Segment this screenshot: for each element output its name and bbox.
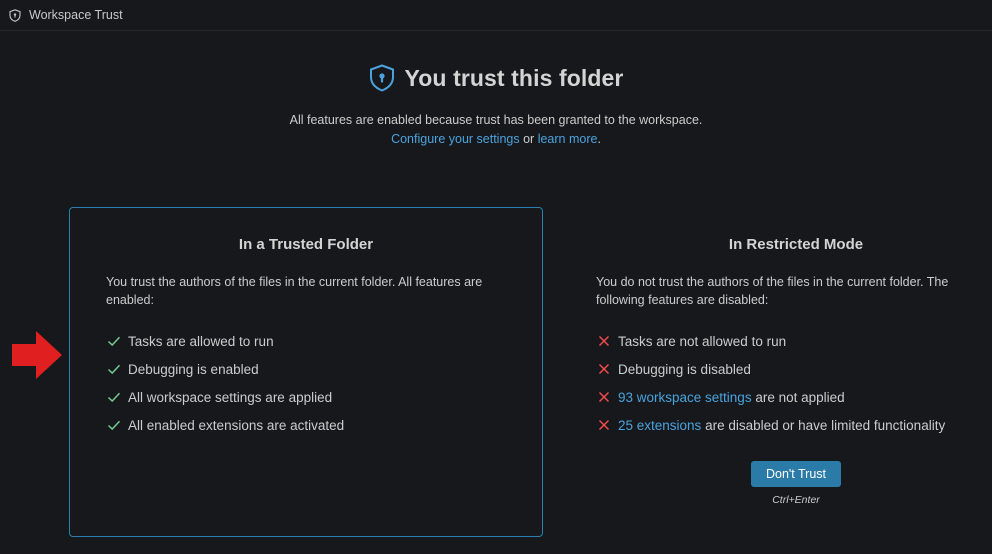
configure-settings-link[interactable]: Configure your settings [391,132,520,146]
restricted-feature-list: Tasks are not allowed to run Debugging i… [596,327,945,439]
item-text: All workspace settings are applied [128,389,333,405]
tab-label: Workspace Trust [29,8,123,22]
item-text: Debugging is enabled [128,361,259,377]
list-item: Debugging is enabled [106,355,344,383]
list-item: All enabled extensions are activated [106,411,344,439]
item-text: are disabled or have limited functionali… [701,417,946,433]
check-icon [107,420,121,431]
list-item: Tasks are not allowed to run [596,327,945,355]
close-icon [598,363,610,375]
list-item: 93 workspace settings are not applied [596,383,945,411]
dont-trust-button[interactable]: Don't Trust [751,461,841,487]
extensions-link[interactable]: 25 extensions [618,418,701,433]
period-text: . [597,132,601,146]
check-icon [107,392,121,403]
close-icon [598,335,610,347]
restricted-card-title: In Restricted Mode [728,236,864,253]
keyboard-shortcut-hint: Ctrl+Enter [772,494,820,506]
close-icon [598,391,610,403]
trust-header: You trust this folder All features are e… [0,64,992,146]
trust-links: Configure your settings or learn more. [391,132,601,146]
list-item: Debugging is disabled [596,355,945,383]
shield-icon [9,8,21,22]
workspace-settings-link[interactable]: 93 workspace settings [618,390,752,405]
item-text: All enabled extensions are activated [128,417,345,433]
check-icon [107,336,121,347]
learn-more-link[interactable]: learn more [538,132,598,146]
tab-workspace-trust[interactable]: Workspace Trust [0,0,123,31]
trust-description: All features are enabled because trust h… [289,113,703,127]
title-row: You trust this folder [369,64,624,92]
item-text: Tasks are allowed to run [128,333,274,349]
list-item: Tasks are allowed to run [106,327,344,355]
list-item: 25 extensions are disabled or have limit… [596,411,945,439]
editor-tab-bar: Workspace Trust [0,0,992,31]
restricted-card-description: You do not trust the authors of the file… [596,275,949,307]
shield-lock-icon [369,64,394,92]
restricted-mode-card: In Restricted Mode You do not trust the … [559,207,992,537]
page-title: You trust this folder [404,64,624,91]
trusted-card-description: You trust the authors of the files in th… [106,275,483,307]
close-icon [598,419,610,431]
red-arrow-annotation-icon [12,331,62,379]
or-text: or [519,132,538,146]
check-icon [107,364,121,375]
item-text: Tasks are not allowed to run [618,333,787,349]
list-item: All workspace settings are applied [106,383,344,411]
item-text: are not applied [751,389,845,405]
trusted-feature-list: Tasks are allowed to run Debugging is en… [106,327,344,439]
item-text: Debugging is disabled [618,361,751,377]
trusted-folder-card: In a Trusted Folder You trust the author… [69,207,543,537]
trusted-card-title: In a Trusted Folder [238,236,374,253]
